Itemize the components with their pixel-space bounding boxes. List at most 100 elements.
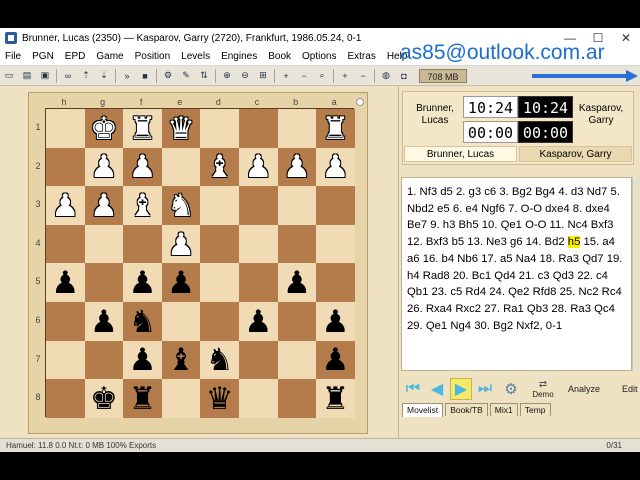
edit-position-icon[interactable]: ✎ <box>179 69 193 83</box>
square-c5[interactable] <box>238 263 278 302</box>
black-pawn-icon[interactable]: ♟ <box>51 267 79 298</box>
move-list-scrollbar[interactable] <box>632 177 640 371</box>
square-c4[interactable] <box>238 224 278 264</box>
square-g3[interactable]: ♟ <box>84 186 124 225</box>
white-queen-icon[interactable]: ♛ <box>167 113 195 144</box>
level-up-icon[interactable]: ⇡ <box>79 69 93 83</box>
previous-move-icon[interactable]: ◀ <box>426 378 448 400</box>
next-move-icon[interactable]: ▶ <box>450 378 472 400</box>
white-rook-icon[interactable]: ♜ <box>129 113 157 144</box>
black-pawn-icon[interactable]: ♟ <box>167 267 195 298</box>
tab-mix1[interactable]: Mix1 <box>489 403 518 416</box>
square-e6[interactable] <box>161 301 201 341</box>
square-b1[interactable] <box>277 109 317 148</box>
white-pawn-icon[interactable]: ♟ <box>283 151 311 182</box>
square-e7[interactable]: ♝ <box>161 340 201 380</box>
flip-board-icon[interactable]: ⇅ <box>197 69 211 83</box>
tab-movelist[interactable]: Movelist <box>402 403 444 417</box>
square-d6[interactable] <box>200 301 239 341</box>
square-h4[interactable] <box>46 224 85 264</box>
black-knight-icon[interactable]: ♞ <box>129 306 157 337</box>
menu-levels[interactable]: Levels <box>176 51 216 62</box>
square-e2[interactable] <box>161 147 201 187</box>
black-pawn-icon[interactable]: ♟ <box>283 267 311 298</box>
square-a4[interactable] <box>316 224 355 264</box>
square-c7[interactable] <box>238 340 278 380</box>
engine-icon[interactable]: ⚙ <box>161 69 175 83</box>
square-f2[interactable]: ♟ <box>123 147 162 187</box>
black-bishop-icon[interactable]: ♝ <box>167 344 195 375</box>
analyze-button[interactable]: Analyze <box>568 384 600 394</box>
edit-button[interactable]: Edit <box>622 384 638 394</box>
square-b5[interactable]: ♟ <box>277 263 317 302</box>
level-down-icon[interactable]: ⇣ <box>97 69 111 83</box>
black-pawn-icon[interactable]: ♟ <box>244 306 272 337</box>
square-f7[interactable]: ♟ <box>123 340 162 380</box>
black-rook-icon[interactable]: ♜ <box>322 383 350 414</box>
square-c8[interactable] <box>238 379 278 418</box>
square-e8[interactable] <box>161 379 201 418</box>
square-h7[interactable] <box>46 340 85 380</box>
square-h1[interactable] <box>46 109 85 148</box>
menu-pgn[interactable]: PGN <box>27 51 60 62</box>
white-pawn-icon[interactable]: ♟ <box>244 151 272 182</box>
square-e5[interactable]: ♟ <box>161 263 201 302</box>
square-d3[interactable] <box>200 186 239 225</box>
moves-text-remaining[interactable]: 15. a4 a6 16. b4 Nb6 17. a5 Na4 18. Ra3 … <box>407 236 622 332</box>
pgn-add-icon[interactable]: + <box>279 69 293 83</box>
white-pawn-icon[interactable]: ♟ <box>322 151 350 182</box>
zoom-in-icon[interactable]: ⊕ <box>220 69 234 83</box>
open-icon[interactable]: ▤ <box>20 69 34 83</box>
black-rook-icon[interactable]: ♜ <box>129 383 157 414</box>
white-pawn-icon[interactable]: ♟ <box>90 190 118 221</box>
square-a1[interactable]: ♜ <box>316 109 355 148</box>
chess-board[interactable]: ♚ ♜ ♛ ♜ ♟ ♟ ♝ ♟ ♟ ♟ ♟ ♟ ♝ ♞ ♟ ♟ ♟ ♟ ♟ ♟ ♞ ♟ ♟ ♟ ♝ ♞ ♟ ♚ ♜ ♛ ♜ <box>45 108 355 418</box>
menu-options[interactable]: Options <box>297 51 342 62</box>
square-h5[interactable]: ♟ <box>46 263 85 302</box>
square-c1[interactable] <box>238 109 278 148</box>
square-g8[interactable]: ♚ <box>84 379 124 418</box>
square-f5[interactable]: ♟ <box>123 263 162 302</box>
square-e4[interactable]: ♟ <box>161 224 201 264</box>
globe-icon[interactable]: ◍ <box>379 69 393 83</box>
square-c6[interactable]: ♟ <box>238 301 278 341</box>
black-knight-icon[interactable]: ♞ <box>206 344 234 375</box>
current-move[interactable]: h5 <box>567 236 581 249</box>
tab-book-tb[interactable]: Book/TB <box>445 403 488 416</box>
square-f1[interactable]: ♜ <box>123 109 162 148</box>
square-b8[interactable] <box>277 379 317 418</box>
menu-book[interactable]: Book <box>263 51 297 62</box>
stop-icon[interactable]: ■ <box>138 69 152 83</box>
square-a7[interactable]: ♟ <box>316 340 355 380</box>
menu-position[interactable]: Position <box>130 51 177 62</box>
square-a3[interactable] <box>316 186 355 225</box>
square-a6[interactable]: ♟ <box>316 301 355 341</box>
black-pawn-icon[interactable]: ♟ <box>322 344 350 375</box>
black-pawn-icon[interactable]: ♟ <box>129 267 157 298</box>
menu-game[interactable]: Game <box>91 51 129 62</box>
square-c3[interactable] <box>238 186 278 225</box>
square-d5[interactable] <box>200 263 239 302</box>
black-pawn-icon[interactable]: ♟ <box>90 306 118 337</box>
white-rook-icon[interactable]: ♜ <box>322 113 350 144</box>
black-queen-icon[interactable]: ♛ <box>206 383 234 414</box>
square-b4[interactable] <box>277 224 317 264</box>
square-d8[interactable]: ♛ <box>200 379 239 418</box>
menu-file[interactable]: File <box>0 51 27 62</box>
white-pawn-icon[interactable]: ♟ <box>167 229 195 260</box>
square-h3[interactable]: ♟ <box>46 186 85 225</box>
square-a5[interactable] <box>316 263 355 302</box>
white-pawn-icon[interactable]: ♟ <box>129 151 157 182</box>
square-g4[interactable] <box>84 224 124 264</box>
square-g6[interactable]: ♟ <box>84 301 124 341</box>
square-g2[interactable]: ♟ <box>84 147 124 187</box>
white-pawn-icon[interactable]: ♟ <box>90 151 118 182</box>
grid-icon[interactable]: ⊞ <box>256 69 270 83</box>
move-list[interactable]: 1. Nf3 d5 2. g3 c6 3. Bg2 Bg4 4. d3 Nd7 … <box>401 177 632 371</box>
square-g5[interactable] <box>84 263 124 302</box>
dgt-board-icon[interactable]: ◘ <box>397 69 411 83</box>
square-d1[interactable] <box>200 109 239 148</box>
demo-button[interactable]: ⇄ Demo <box>528 379 558 399</box>
square-d2[interactable]: ♝ <box>200 147 239 187</box>
menu-engines[interactable]: Engines <box>216 51 263 62</box>
